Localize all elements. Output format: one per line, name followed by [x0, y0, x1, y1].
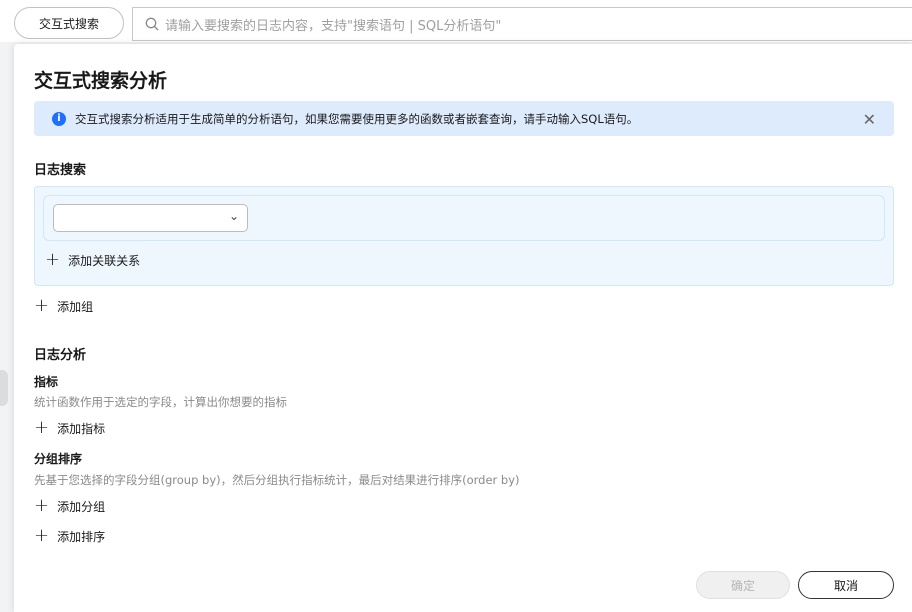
log-search-heading: 日志搜索: [34, 163, 87, 178]
add-grouping-label: 添加分组: [57, 499, 106, 514]
add-group-button[interactable]: + 添加组: [34, 297, 93, 315]
interactive-search-button[interactable]: 交互式搜索: [14, 7, 124, 39]
close-icon[interactable]: ✕: [863, 110, 876, 129]
search-group: ⌄ + 添加关联关系: [34, 186, 894, 286]
confirm-button[interactable]: 确定: [696, 571, 790, 599]
plus-icon: +: [34, 295, 50, 316]
add-sort-button[interactable]: + 添加排序: [34, 527, 105, 545]
info-alert: i 交互式搜索分析适用于生成简单的分析语句，如果您需要使用更多的函数或者嵌套查询…: [34, 101, 894, 136]
plus-icon: +: [34, 417, 50, 438]
top-bar: 交互式搜索 请输入要搜索的日志内容，支持"搜索语句 | SQL分析语句": [0, 0, 912, 42]
alert-text: 交互式搜索分析适用于生成简单的分析语句，如果您需要使用更多的函数或者嵌套查询，请…: [75, 111, 639, 126]
interactive-analysis-modal: 交互式搜索分析 i 交互式搜索分析适用于生成简单的分析语句，如果您需要使用更多的…: [14, 44, 912, 612]
plus-icon: +: [34, 525, 50, 546]
chevron-down-icon: ⌄: [228, 209, 239, 223]
field-select[interactable]: ⌄: [53, 204, 248, 232]
search-icon: [145, 17, 159, 31]
add-relation-label: 添加关联关系: [68, 253, 141, 268]
search-input[interactable]: 请输入要搜索的日志内容，支持"搜索语句 | SQL分析语句": [132, 7, 912, 41]
condition-row: ⌄: [43, 195, 885, 241]
search-placeholder: 请输入要搜索的日志内容，支持"搜索语句 | SQL分析语句": [165, 18, 502, 34]
metrics-desc: 统计函数作用于选定的字段，计算出你想要的指标: [34, 395, 287, 409]
metrics-title: 指标: [34, 375, 59, 389]
group-sort-desc: 先基于您选择的字段分组(group by)，然后分组执行指标统计，最后对结果进行…: [34, 473, 520, 487]
add-grouping-button[interactable]: + 添加分组: [34, 497, 105, 515]
add-group-label: 添加组: [57, 299, 94, 314]
plus-icon: +: [45, 249, 61, 270]
plus-icon: +: [34, 495, 50, 516]
cancel-button[interactable]: 取消: [798, 571, 894, 599]
modal-title: 交互式搜索分析: [34, 70, 168, 92]
log-analysis-heading: 日志分析: [34, 348, 87, 363]
add-relation-button[interactable]: + 添加关联关系: [45, 251, 140, 269]
add-metric-button[interactable]: + 添加指标: [34, 419, 105, 437]
add-metric-label: 添加指标: [57, 421, 106, 436]
info-icon: i: [52, 111, 66, 126]
group-sort-title: 分组排序: [34, 452, 83, 466]
background-panel-handle: [0, 370, 8, 406]
add-sort-label: 添加排序: [57, 529, 106, 544]
